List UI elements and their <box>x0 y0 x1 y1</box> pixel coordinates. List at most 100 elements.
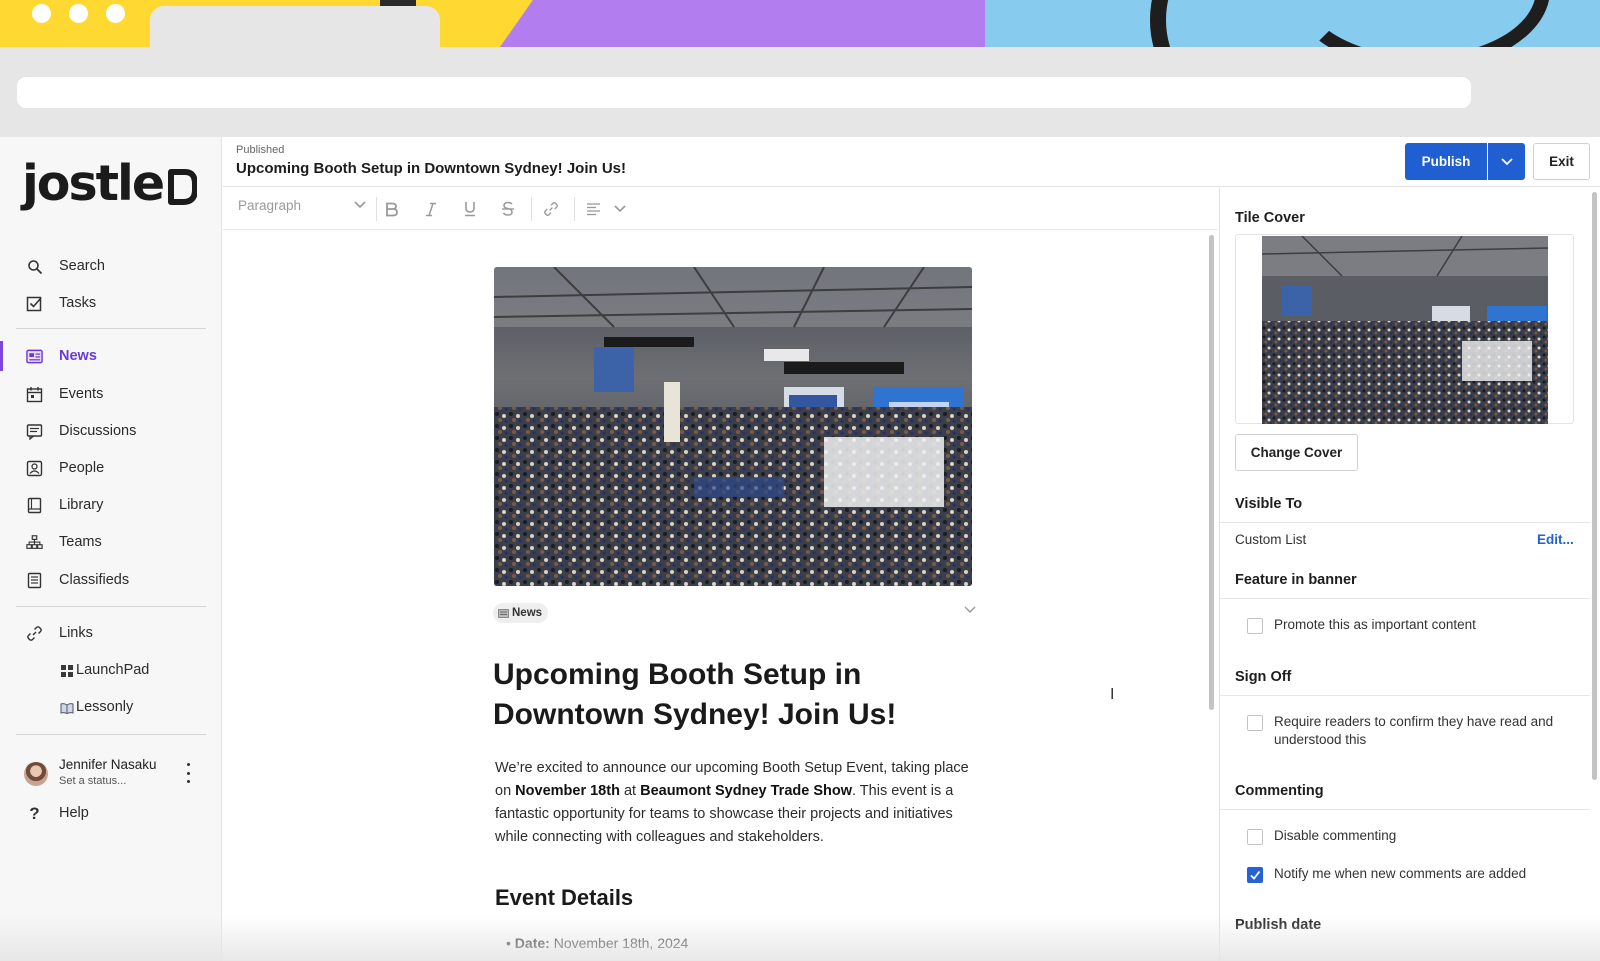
section-divider <box>1220 598 1590 599</box>
sidebar-item-label: Search <box>59 258 105 274</box>
decorative-banner <box>0 0 1600 47</box>
align-button[interactable] <box>581 197 605 221</box>
news-icon <box>498 608 509 618</box>
sidebar-item-tasks[interactable]: Tasks <box>0 288 222 318</box>
article-venue: Beaumont Sydney Trade Show <box>640 783 853 799</box>
sidebar-item-help[interactable]: ? Help <box>0 798 222 828</box>
change-cover-button[interactable]: Change Cover <box>1235 434 1358 471</box>
search-icon <box>26 258 43 275</box>
open-book-icon <box>58 699 75 716</box>
sidebar-divider <box>16 606 206 607</box>
detail-value: November 18th, 2024 <box>549 935 689 951</box>
sidebar-item-classifieds[interactable]: Classifieds <box>0 565 222 595</box>
app-window: jostle Search Tasks News Events Discussi… <box>0 137 1600 961</box>
more-options-icon[interactable] <box>184 763 192 783</box>
jostle-logo[interactable]: jostle <box>22 159 198 208</box>
italic-icon <box>426 202 436 216</box>
article-subheading[interactable]: Event Details <box>495 885 633 911</box>
window-dot-close[interactable] <box>32 4 51 23</box>
sidebar-item-lessonly[interactable]: Lessonly <box>0 692 222 722</box>
article-text: at <box>619 783 641 799</box>
checkbox-icon <box>26 295 43 312</box>
address-bar[interactable] <box>17 77 1471 108</box>
sidebar-item-events[interactable]: Events <box>0 379 222 409</box>
detail-label: Date: <box>514 935 550 951</box>
commenting-title: Commenting <box>1235 783 1324 799</box>
publish-options-button[interactable] <box>1488 143 1525 180</box>
window-dot-minimize[interactable] <box>69 4 88 23</box>
underline-button[interactable] <box>458 197 482 221</box>
publish-button[interactable]: Publish <box>1405 143 1487 180</box>
sidebar-divider <box>16 328 206 329</box>
promote-checkbox[interactable] <box>1247 618 1263 634</box>
browser-tab[interactable] <box>150 6 440 47</box>
sign-off-title: Sign Off <box>1235 669 1292 685</box>
disable-commenting-checkbox[interactable] <box>1247 829 1263 845</box>
bold-icon <box>385 202 398 216</box>
formatting-toolbar: Paragraph <box>223 188 1218 230</box>
notify-comments-checkbox[interactable] <box>1247 867 1263 883</box>
chat-icon <box>26 423 43 440</box>
article-body[interactable]: We’re excited to announce our upcoming B… <box>495 757 977 849</box>
publish-date-title: Publish date <box>1235 917 1322 933</box>
italic-button[interactable] <box>419 197 443 221</box>
window-dot-maximize[interactable] <box>106 4 125 23</box>
sidebar-item-news[interactable]: News <box>0 341 222 371</box>
insert-link-button[interactable] <box>539 197 563 221</box>
visible-to-title: Visible To <box>1235 496 1303 512</box>
article-editor[interactable]: News Upcoming Booth Setup in Downtown Sy… <box>223 231 1218 961</box>
settings-panel: Tile Cover Change Cover Visible To Custo… <box>1219 188 1600 961</box>
sidebar-item-label: Lessonly <box>76 699 134 715</box>
news-icon <box>26 348 43 365</box>
editor-scrollbar[interactable] <box>1209 235 1214 710</box>
bold-button[interactable] <box>379 197 403 221</box>
sidebar-item-library[interactable]: Library <box>0 490 222 520</box>
article-title[interactable]: Upcoming Booth Setup in Downtown Sydney!… <box>493 655 973 735</box>
logo-mark-icon <box>168 168 198 205</box>
sidebar: jostle Search Tasks News Events Discussi… <box>0 137 222 961</box>
sign-off-checkbox-label: Require readers to confirm they have rea… <box>1274 714 1554 747</box>
panel-scrollbar[interactable] <box>1592 192 1597 780</box>
user-name: Jennifer Nasaku <box>59 757 157 772</box>
list-item[interactable]: • Date: November 18th, 2024 <box>506 935 688 951</box>
block-style-select[interactable]: Paragraph <box>238 198 366 220</box>
sidebar-item-label: Links <box>59 625 93 641</box>
browser-chrome <box>0 0 1600 137</box>
user-profile[interactable]: Jennifer Nasaku Set a status... <box>24 755 214 795</box>
org-chart-icon <box>26 534 43 551</box>
link-icon <box>544 202 558 216</box>
sign-off-checkbox[interactable] <box>1247 715 1263 731</box>
sidebar-item-search[interactable]: Search <box>0 251 222 281</box>
exit-button[interactable]: Exit <box>1533 143 1590 180</box>
publish-status: Published <box>236 144 285 156</box>
chevron-down-icon <box>614 205 626 213</box>
align-dropdown-button[interactable] <box>608 197 632 221</box>
tile-cover-preview[interactable] <box>1235 234 1574 424</box>
disable-commenting-label: Disable commenting <box>1274 828 1397 843</box>
sidebar-item-label: LaunchPad <box>76 662 150 678</box>
section-divider <box>1220 695 1590 696</box>
avatar[interactable] <box>24 762 48 786</box>
user-status[interactable]: Set a status... <box>59 775 126 787</box>
sidebar-item-teams[interactable]: Teams <box>0 527 222 557</box>
category-tag-label: News <box>512 607 543 619</box>
sidebar-item-discussions[interactable]: Discussions <box>0 416 222 446</box>
article-date: November 18th <box>515 783 620 799</box>
visible-to-edit-link[interactable]: Edit... <box>1537 532 1574 547</box>
sidebar-item-links[interactable]: Links <box>0 618 222 648</box>
help-icon: ? <box>29 803 40 823</box>
section-divider <box>1220 809 1590 810</box>
category-tag[interactable]: News <box>493 603 549 623</box>
hero-image[interactable] <box>494 267 972 586</box>
toolbar-divider <box>376 197 377 221</box>
strikethrough-icon <box>502 201 514 216</box>
chevron-down-icon[interactable] <box>964 606 976 614</box>
calendar-icon <box>26 386 43 403</box>
chevron-down-icon <box>354 201 366 209</box>
strikethrough-button[interactable] <box>496 197 520 221</box>
sidebar-divider <box>16 734 206 735</box>
tile-cover-title: Tile Cover <box>1235 210 1305 226</box>
sidebar-item-people[interactable]: People <box>0 453 222 483</box>
list-icon <box>26 572 43 589</box>
sidebar-item-launchpad[interactable]: LaunchPad <box>0 655 222 685</box>
